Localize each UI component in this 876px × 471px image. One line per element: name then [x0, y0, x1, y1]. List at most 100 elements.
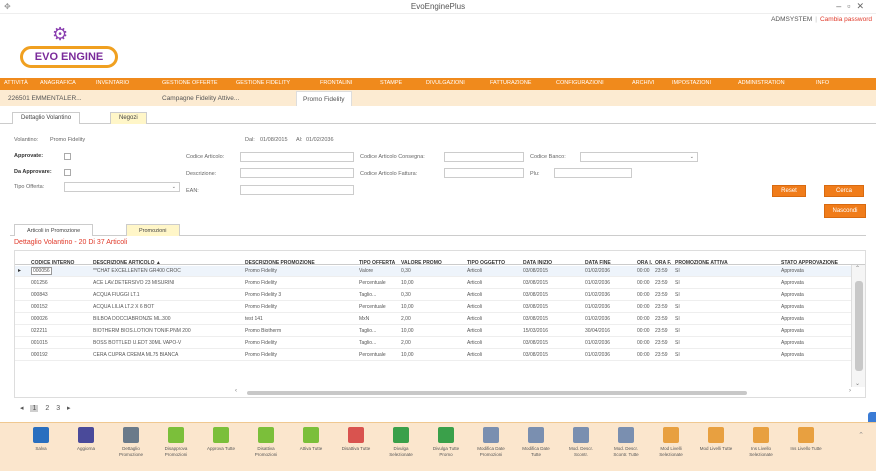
tab-dettaglio-volantino[interactable]: Dettaglio Volantino — [12, 112, 81, 124]
tab-emmentaler[interactable]: 226501 EMMENTALER... — [8, 91, 82, 106]
table-row[interactable]: 001256 ACE LAV.DETERSIVO 23 MISURINI Promo… — [15, 278, 851, 289]
tipo-offerta-select[interactable]: ⌄ — [64, 182, 180, 192]
chevron-down-icon: ⌄ — [689, 154, 694, 160]
modifica-date-promozioni-button[interactable]: Modifica Date Promozioni — [472, 427, 510, 458]
table-row[interactable]: ▸ 000056 **CHAT EXCELLENTEN GR400 CROC Prom… — [15, 266, 851, 277]
table-row[interactable]: 001015 BOSS BOTTLED U.EDT 30ML VAPO-V Prom… — [15, 338, 851, 349]
codice-consegna-input[interactable] — [444, 152, 524, 162]
modifica-date-tutte-button[interactable]: Modifica Date Tutte — [517, 427, 555, 458]
cell-descrizione: BIOTHERM BIOS.LOTION TONIF.PNM 200 — [93, 328, 191, 334]
cell-tipo-offerta: MxN — [359, 316, 370, 322]
cell-data-fine: 01/02/2036 — [585, 292, 611, 298]
divulga-tutte-promo-button[interactable]: Divulga Tutte Promo — [427, 427, 465, 458]
cell-stato: Approvata — [781, 268, 804, 274]
nascondi-button[interactable]: Nascondi — [824, 204, 866, 218]
menu-item-frontalini[interactable]: FRONTALINI — [320, 80, 352, 86]
mod-livelli-tutte-button[interactable]: Mod Livelli Tutte — [697, 427, 735, 452]
reset-button[interactable]: Reset — [772, 185, 806, 197]
toolbar-label: Ins Livello Tutte — [790, 446, 822, 451]
toolbar-label: Disattiva Tutte — [341, 446, 371, 451]
codice-fattura-input[interactable] — [444, 168, 524, 178]
disattiva-promozioni-button[interactable]: Disattiva Promozioni — [247, 427, 285, 458]
attiva-tutte-button[interactable]: Attiva Tutte — [292, 427, 330, 452]
menu-item-inventario[interactable]: INVENTARIO — [96, 80, 129, 86]
cell-descrizione: ACQUA LILIA LT.2 X 6 BOT — [93, 304, 155, 310]
horizontal-scrollbar[interactable]: ‹ › — [235, 388, 851, 397]
table-row[interactable]: 000843 ACQUA FIUGGI LT.1 Promo Fidelity 3 T… — [15, 290, 851, 301]
cell-codice: 000192 — [31, 352, 48, 358]
chevron-down-icon[interactable]: ⌄ — [855, 380, 860, 387]
minimize-icon[interactable]: – — [836, 1, 847, 11]
ins-livello-selezionate-icon — [753, 427, 769, 443]
table-row[interactable]: 000192 CERA CUPRA CREMA ML75 BIANCA Promo … — [15, 350, 851, 361]
menu-item-stampe[interactable]: STAMPE — [380, 80, 402, 86]
ins-livello-tutte-button[interactable]: Ins Livello Tutte — [787, 427, 825, 452]
toolbar-label: Modifica Date Promozioni — [477, 446, 505, 457]
pager-page-1[interactable]: 1 — [30, 405, 39, 412]
menu-item-divulgazioni[interactable]: DIVULGAZIONI — [426, 80, 465, 86]
disattiva-tutte-button[interactable]: Disattiva Tutte — [337, 427, 375, 452]
menu-item-anagrafica[interactable]: ANAGRAFICA — [40, 80, 76, 86]
menu-item-fatturazione[interactable]: FATTURAZIONE — [490, 80, 531, 86]
pager-next[interactable]: ▸ — [67, 405, 71, 412]
chevron-up-icon[interactable]: ⌃ — [855, 265, 860, 272]
cell-tipo-offerta: Percentuale — [359, 352, 386, 358]
close-icon[interactable]: ✕ — [856, 1, 870, 11]
pager-page-3[interactable]: 3 — [56, 405, 60, 412]
cell-attiva: SI — [675, 328, 680, 334]
chevron-right-icon[interactable]: › — [849, 388, 851, 394]
menu-item-gestione-fidelity[interactable]: GESTIONE FIDELITY — [236, 80, 290, 86]
cell-stato: Approvata — [781, 352, 804, 358]
mod-livelli-selezionate-button[interactable]: Mod Livelli Selezionate — [652, 427, 690, 458]
tab-campagne-fidelity[interactable]: Campagne Fidelity Attive... — [162, 91, 239, 106]
menu-item-gestione-offerte[interactable]: GESTIONE OFFERTE — [162, 80, 218, 86]
disapprova-promozioni-button[interactable]: Disapprova Promozioni — [157, 427, 195, 458]
approva-tutte-button[interactable]: Approva Tutte — [202, 427, 240, 452]
username: ADMSYSTEM — [771, 16, 813, 23]
cell-codice: 001256 — [31, 280, 48, 286]
chevron-up-icon[interactable]: ⌃ — [858, 431, 864, 439]
divulga-selezionate-button[interactable]: Divulga Selezionate — [382, 427, 420, 458]
scroll-thumb[interactable] — [855, 281, 863, 371]
descrizione-input[interactable] — [240, 168, 354, 178]
menu-item-attivita[interactable]: ATTIVITÀ — [4, 80, 28, 86]
cell-valore: 0,30 — [401, 292, 411, 298]
da-approvare-checkbox[interactable] — [64, 169, 71, 176]
codice-articolo-input[interactable] — [240, 152, 354, 162]
table-row[interactable]: 000152 ACQUA LILIA LT.2 X 6 BOT Promo Fide… — [15, 302, 851, 313]
codice-banco-select[interactable]: ⌄ — [580, 152, 698, 162]
salva-button[interactable]: Salva — [22, 427, 60, 452]
chevron-left-icon[interactable]: ‹ — [235, 388, 237, 394]
menu-item-info[interactable]: INFO — [816, 80, 829, 86]
cell-tipo-oggetto: Articoli — [467, 316, 483, 322]
al-label: Al: — [296, 137, 303, 143]
menu-item-administration[interactable]: ADMINISTRATION — [738, 80, 785, 86]
tab-negozi[interactable]: Negozi — [110, 112, 147, 124]
change-password-link[interactable]: Cambia password — [820, 16, 872, 23]
plu-input[interactable] — [554, 168, 632, 178]
table-row[interactable]: 022211 BIOTHERM BIOS.LOTION TONIF.PNM 200… — [15, 326, 851, 337]
approvate-checkbox[interactable] — [64, 153, 71, 160]
hscroll-thumb[interactable] — [247, 391, 747, 395]
mod-descr-scontr-tutte-button[interactable]: Mod. Descr. Scontr. Tutte — [607, 427, 645, 458]
ins-livello-tutte-icon — [798, 427, 814, 443]
pager-prev[interactable]: ◂ — [20, 405, 24, 412]
menu-item-archivi[interactable]: ARCHIVI — [632, 80, 654, 86]
menu-item-impostazioni[interactable]: IMPOSTAZIONI — [672, 80, 711, 86]
pager-page-2[interactable]: 2 — [45, 405, 49, 412]
table-row[interactable]: 000026 BILBOA DOCCIABRONZE ML.300 test 141… — [15, 314, 851, 325]
mod-descr-scontr-tutte-icon — [618, 427, 634, 443]
toolbar-label: Ins Livello Selezionate — [749, 446, 773, 457]
cerca-button[interactable]: Cerca — [824, 185, 864, 197]
ins-livello-selezionate-button[interactable]: Ins Livello Selezionate — [742, 427, 780, 458]
aggiorna-button[interactable]: Aggiorna — [67, 427, 105, 452]
vertical-scrollbar[interactable]: ⌃ ⌄ — [851, 265, 865, 387]
menu-item-configurazioni[interactable]: CONFIGURAZIONI — [556, 80, 604, 86]
ean-input[interactable] — [240, 185, 354, 195]
mod-descr-scontr-button[interactable]: Mod. Descr. Scontr. — [562, 427, 600, 458]
da-approvare-label: Da Approvare: — [14, 169, 52, 175]
tab-promo-fidelity[interactable]: Promo Fidelity — [296, 91, 352, 106]
tab-articoli-in-promozione[interactable]: Articoli in Promozione — [14, 224, 94, 236]
tab-promozioni[interactable]: Promozioni — [126, 224, 180, 236]
dettaglio-promozione-button[interactable]: Dettaglio Promozione — [112, 427, 150, 458]
